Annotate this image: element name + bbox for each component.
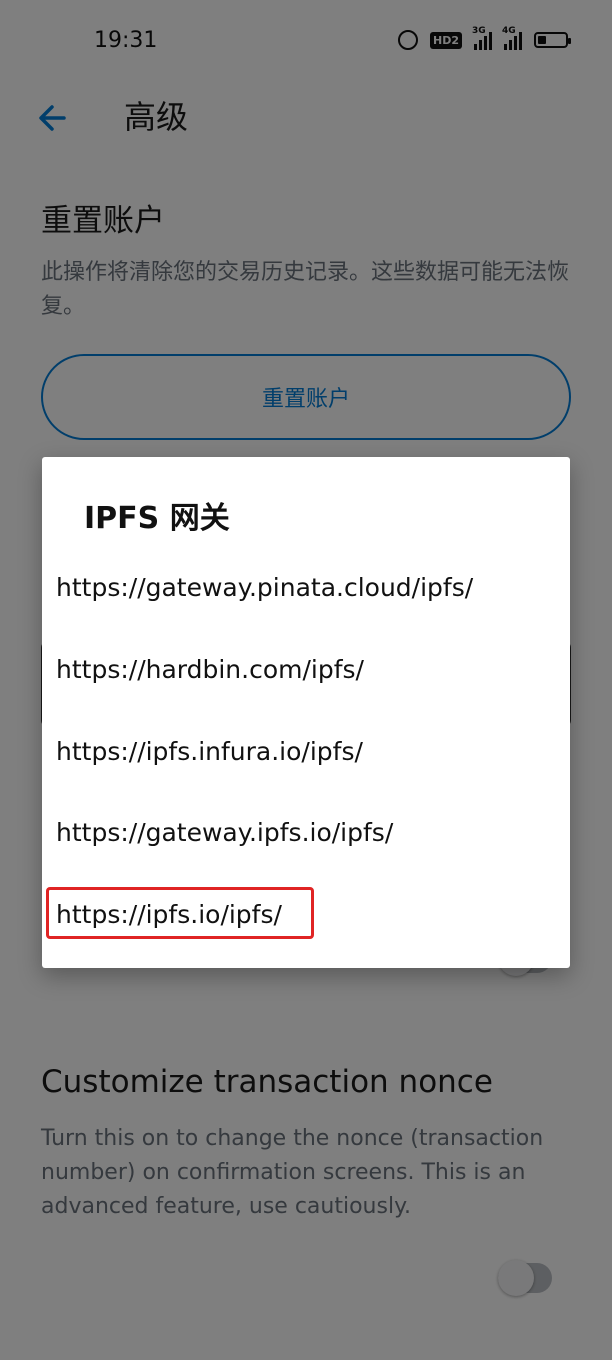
gateway-option-gateway-ipfs[interactable]: https://gateway.ipfs.io/ipfs/	[56, 818, 393, 847]
gateway-option-infura[interactable]: https://ipfs.infura.io/ipfs/	[56, 737, 363, 766]
dialog-title: IPFS 网关	[84, 501, 230, 536]
ipfs-gateway-dialog: IPFS 网关 https://gateway.pinata.cloud/ipf…	[42, 457, 570, 968]
highlight-annotation	[46, 887, 314, 939]
gateway-option-pinata[interactable]: https://gateway.pinata.cloud/ipfs/	[56, 573, 473, 602]
gateway-option-hardbin[interactable]: https://hardbin.com/ipfs/	[56, 655, 364, 684]
